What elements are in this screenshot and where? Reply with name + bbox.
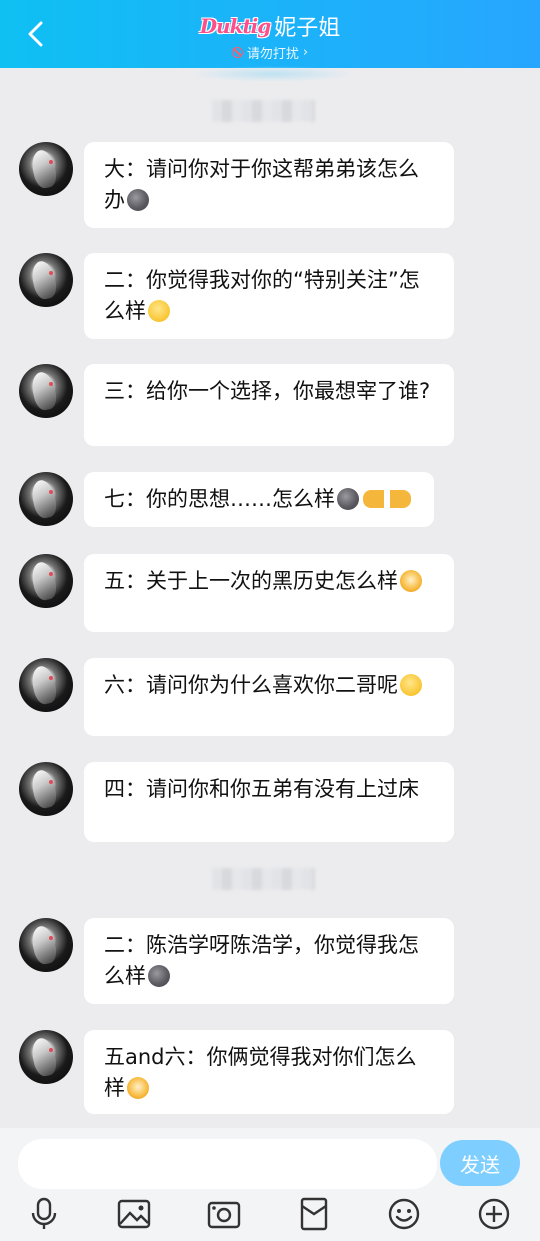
avatar[interactable]	[19, 472, 73, 526]
plus-icon[interactable]	[476, 1196, 512, 1232]
emoji-icon[interactable]	[386, 1196, 422, 1232]
image-icon[interactable]	[116, 1196, 152, 1232]
message-text: 五and六：你俩觉得我对你们怎么样	[104, 1045, 417, 1100]
avatar[interactable]	[19, 142, 73, 196]
brand-logo: Duktig	[199, 14, 272, 38]
avatar[interactable]	[19, 253, 73, 307]
microphone-icon[interactable]	[26, 1196, 62, 1232]
send-button[interactable]: 发送	[440, 1140, 520, 1186]
message-text: 四：请问你和你五弟有没有上过床	[104, 777, 419, 801]
message-text: 三：给你一个选择，你最想宰了谁?	[104, 379, 431, 403]
grin-face-emoji	[148, 300, 170, 322]
tiger-face-emoji	[400, 570, 422, 592]
moon-face-emoji	[337, 488, 359, 510]
header-wave-decoration	[190, 66, 355, 82]
chat-title: 妮子姐	[274, 16, 341, 41]
avatar[interactable]	[19, 658, 73, 712]
message-text: 五：关于上一次的黑历史怎么样	[104, 569, 398, 593]
moon-face-emoji	[127, 189, 149, 211]
timestamp-blurred	[212, 100, 315, 122]
tiger-face-emoji	[127, 1077, 149, 1099]
message-text: 七：你的思想……怎么样	[104, 487, 335, 511]
grin-face-emoji	[400, 674, 422, 696]
message-bubble[interactable]: 大：请问你对于你这帮弟弟该怎么办	[84, 142, 454, 228]
chat-header: Duktig 妮子姐 请勿打扰 ›	[0, 0, 540, 68]
message-bubble[interactable]: 三：给你一个选择，你最想宰了谁?	[84, 364, 454, 446]
message-bubble[interactable]: 二：你觉得我对你的“特别关注”怎么样	[84, 253, 454, 339]
status-text: 请勿打扰	[246, 47, 299, 62]
message-bubble[interactable]: 五：关于上一次的黑历史怎么样	[84, 554, 454, 632]
avatar[interactable]	[19, 1030, 73, 1084]
message-text: 六：请问你为什么喜欢你二哥呢	[104, 673, 398, 697]
avatar[interactable]	[19, 918, 73, 972]
pointing-hands-emoji	[363, 490, 411, 508]
avatar[interactable]	[19, 762, 73, 816]
message-bubble[interactable]: 四：请问你和你五弟有没有上过床	[84, 762, 454, 842]
avatar[interactable]	[19, 364, 73, 418]
message-text: 大：请问你对于你这帮弟弟该怎么办	[104, 157, 419, 212]
status-subtitle[interactable]: 请勿打扰 ›	[231, 43, 309, 62]
message-input[interactable]	[18, 1139, 437, 1189]
chevron-right-icon: ›	[302, 45, 309, 60]
message-bubble[interactable]: 二：陈浩学呀陈浩学，你觉得我怎么样	[84, 918, 454, 1004]
message-bubble[interactable]: 五and六：你俩觉得我对你们怎么样	[84, 1030, 454, 1114]
timestamp-blurred	[212, 868, 315, 890]
chat-title-area[interactable]: Duktig 妮子姐 请勿打扰 ›	[0, 10, 540, 62]
camera-icon[interactable]	[206, 1196, 242, 1232]
input-area: 发送	[0, 1128, 540, 1241]
message-bubble[interactable]: 七：你的思想……怎么样	[84, 472, 434, 527]
red-packet-icon[interactable]	[296, 1196, 332, 1232]
avatar[interactable]	[19, 554, 73, 608]
moon-face-emoji	[148, 965, 170, 987]
message-bubble[interactable]: 六：请问你为什么喜欢你二哥呢	[84, 658, 454, 736]
do-not-disturb-icon	[231, 47, 243, 58]
